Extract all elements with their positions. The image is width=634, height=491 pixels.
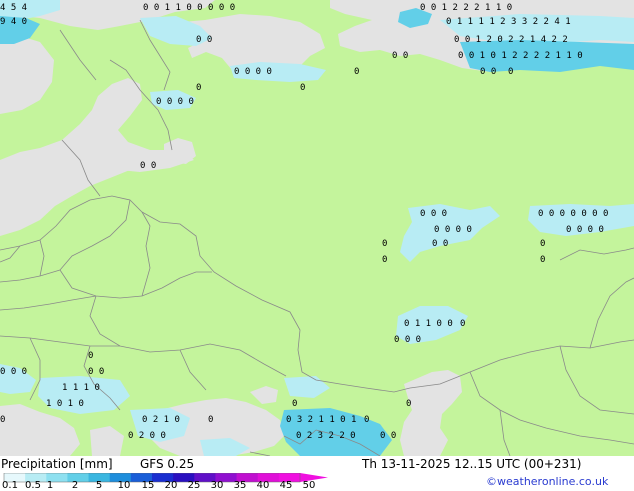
colorbar-label: 25: [187, 480, 201, 491]
value-row-0: 4 5 4: [0, 3, 27, 13]
colorbar-label: 45: [279, 480, 293, 491]
colorbar-label: 40: [256, 480, 270, 491]
value-row-39: 0 2 3 2 2 0: [296, 431, 356, 441]
value-row-33: 1 0 1 0: [46, 399, 84, 409]
value-row-7: 0 0 1 0 1 2 2 2 2 1 1 0: [458, 51, 583, 61]
value-row-2: 0 0 1 2 2 2 1 1 0: [420, 3, 512, 13]
value-row-24: 0: [382, 255, 387, 265]
value-row-34: 0: [0, 415, 5, 425]
value-row-40: 0 0: [380, 431, 396, 441]
value-row-8: 0 0 0 0: [234, 67, 272, 77]
value-row-29: 0: [88, 351, 93, 361]
value-row-26: 0 1 1 0 0: [404, 319, 453, 329]
value-row-36: 0: [208, 415, 213, 425]
value-row-6: 0 0 1 2 0 2 2 1 4 2 2: [454, 35, 568, 45]
value-row-9: 0 0: [392, 51, 408, 61]
precipitation-map: 4 5 4 0 0 1 1 0 0 0 0 0 0 0 1 2 2 2 1 1 0 0…: [0, 0, 634, 456]
value-row-19: 0 0 0 0: [434, 225, 472, 235]
value-row-18: 0 0 0 0 0 0 0: [538, 209, 608, 219]
colorbar-label: 35: [233, 480, 247, 491]
value-row-22: 0 0: [432, 239, 448, 249]
value-row-25: 0: [540, 255, 545, 265]
value-row-13: 0: [508, 67, 513, 77]
map-canvas: 4 5 4 0 0 1 1 0 0 0 0 0 0 0 1 2 2 2 1 1 0 0…: [0, 0, 634, 456]
value-row-5: 0 0: [196, 35, 212, 45]
value-row-28: 0: [460, 319, 465, 329]
value-row-32: 0 0 0: [0, 367, 27, 377]
colorbar-label: 10: [117, 480, 131, 491]
value-row-10: 0: [300, 83, 305, 93]
model-name: GFS 0.25: [140, 457, 195, 471]
value-row-37: 0 2 0 0: [128, 431, 166, 441]
value-row-17: 0 0 0: [420, 209, 447, 219]
value-row-23: 0: [540, 239, 545, 249]
colorbar-label: 30: [210, 480, 224, 491]
colorbar-label: 15: [141, 480, 155, 491]
value-row-42: 0: [406, 399, 411, 409]
value-row-11: 0: [354, 67, 359, 77]
colorbar-label: 1: [46, 480, 54, 491]
colorbar-label: 20: [164, 480, 178, 491]
value-row-35: 0 2 1 0: [142, 415, 180, 425]
colorbar-segment: [67, 473, 90, 482]
value-row-1: 0 0 1 1 0 0 0 0 0: [143, 3, 235, 13]
valid-datetime: Th 13-11-2025 12..15 UTC (00+231): [362, 457, 582, 471]
value-row-4: 9 4 0: [0, 17, 27, 27]
colorbar-label: 0.5: [25, 480, 41, 491]
value-row-16: 0: [196, 83, 201, 93]
value-row-43: 0: [364, 415, 369, 425]
value-row-3: 0 1 1 1 1 2 3 3 2 2 4 1: [446, 17, 571, 27]
map-title: Precipitation [mm]: [1, 457, 113, 471]
value-row-41: 0: [292, 399, 297, 409]
value-row-38: 0 3 2 1 1 0 1: [286, 415, 356, 425]
colorbar-label: 2: [71, 480, 79, 491]
value-row-27: 0 0 0: [394, 335, 421, 345]
site-credit[interactable]: ©weatheronline.co.uk: [486, 475, 608, 488]
colorbar-label: 50: [302, 480, 316, 491]
value-row-31: 1 1 1 0: [62, 383, 100, 393]
value-row-30: 0 0: [88, 367, 104, 377]
colorbar-label: 0.1: [2, 480, 18, 491]
legend-bar: Precipitation [mm] GFS 0.25 Th 13-11-202…: [0, 456, 634, 491]
value-row-12: 0 0: [480, 67, 496, 77]
value-row-21: 0: [382, 239, 387, 249]
colorbar-label: 5: [95, 480, 103, 491]
value-row-14: 0 0 0 0: [156, 97, 194, 107]
value-row-15: 0 0: [140, 161, 156, 171]
value-row-20: 0 0 0 0: [566, 225, 604, 235]
